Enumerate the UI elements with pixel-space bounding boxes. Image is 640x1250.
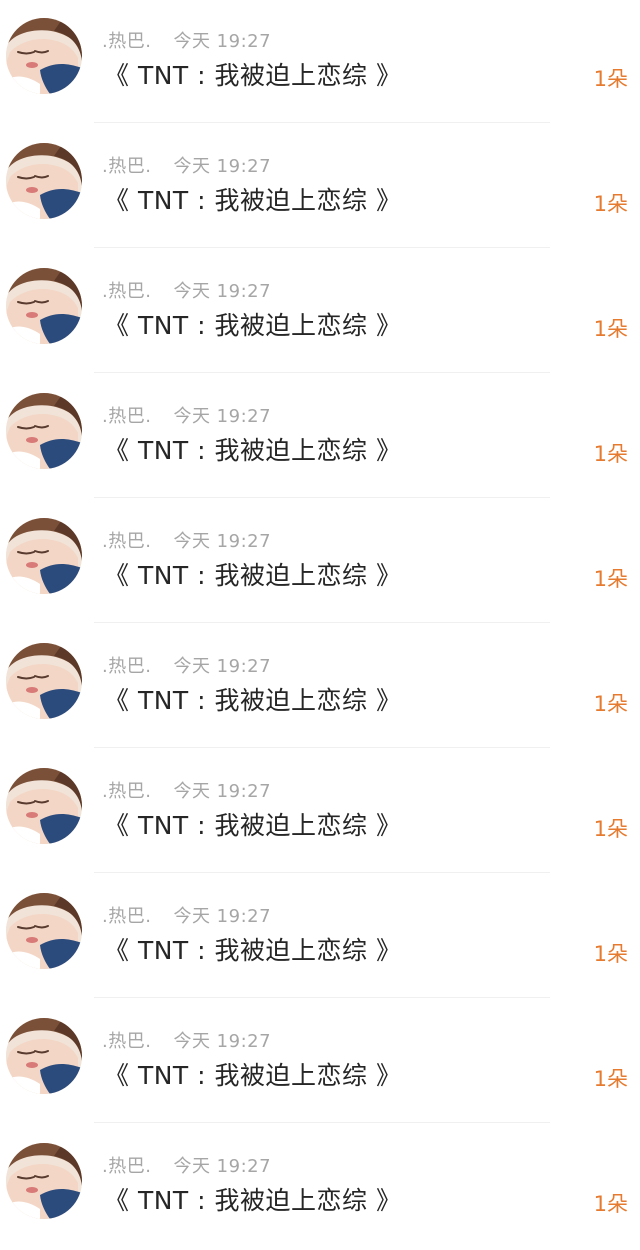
sender-name: .热巴. [102,31,152,52]
item-divider [94,622,550,623]
list-item[interactable]: .热巴. 今天 19:27 《 TNT : 我被迫上恋综 》 1朵 [0,500,640,625]
item-divider [94,747,550,748]
book-title[interactable]: 《 TNT : 我被迫上恋综 》 [104,56,401,92]
sender-name: .热巴. [102,781,152,802]
message-time: 今天 19:27 [173,656,272,677]
sender-name: .热巴. [102,1156,152,1177]
list-item[interactable]: .热巴. 今天 19:27 《 TNT : 我被迫上恋综 》 1朵 [0,1125,640,1250]
list-item[interactable]: .热巴. 今天 19:27 《 TNT : 我被迫上恋综 》 1朵 [0,375,640,500]
gift-count: 1朵 [593,692,628,716]
list-item[interactable]: .热巴. 今天 19:27 《 TNT : 我被迫上恋综 》 1朵 [0,1000,640,1125]
item-divider [94,122,550,123]
sender-name: .热巴. [102,906,152,927]
gift-count: 1朵 [593,317,628,341]
message-time: 今天 19:27 [173,1031,272,1052]
book-title[interactable]: 《 TNT : 我被迫上恋综 》 [104,431,401,467]
user-avatar-icon[interactable] [6,893,82,969]
sender-name: .热巴. [102,156,152,177]
gift-message-list: .热巴. 今天 19:27 《 TNT : 我被迫上恋综 》 1朵 .热巴. 今天 … [0,0,640,1234]
user-avatar-icon[interactable] [6,768,82,844]
gift-count: 1朵 [593,192,628,216]
message-time: 今天 19:27 [173,1156,272,1177]
message-time: 今天 19:27 [173,531,272,552]
item-divider [94,872,550,873]
sender-name: .热巴. [102,281,152,302]
gift-count: 1朵 [593,942,628,966]
book-title[interactable]: 《 TNT : 我被迫上恋综 》 [104,181,401,217]
message-time: 今天 19:27 [173,781,272,802]
list-item[interactable]: .热巴. 今天 19:27 《 TNT : 我被迫上恋综 》 1朵 [0,125,640,250]
book-title[interactable]: 《 TNT : 我被迫上恋综 》 [104,556,401,592]
message-meta: .热巴. 今天 19:27 [102,277,271,303]
user-avatar-icon[interactable] [6,1018,82,1094]
user-avatar-icon[interactable] [6,143,82,219]
item-divider [94,247,550,248]
sender-name: .热巴. [102,531,152,552]
message-meta: .热巴. 今天 19:27 [102,652,271,678]
list-item[interactable]: .热巴. 今天 19:27 《 TNT : 我被迫上恋综 》 1朵 [0,875,640,1000]
item-divider [94,497,550,498]
message-meta: .热巴. 今天 19:27 [102,152,271,178]
book-title[interactable]: 《 TNT : 我被迫上恋综 》 [104,681,401,717]
book-title[interactable]: 《 TNT : 我被迫上恋综 》 [104,931,401,967]
message-meta: .热巴. 今天 19:27 [102,527,271,553]
message-time: 今天 19:27 [173,906,272,927]
book-title[interactable]: 《 TNT : 我被迫上恋综 》 [104,1181,401,1217]
book-title[interactable]: 《 TNT : 我被迫上恋综 》 [104,1056,401,1092]
item-divider [94,1122,550,1123]
message-meta: .热巴. 今天 19:27 [102,1027,271,1053]
item-divider [94,997,550,998]
user-avatar-icon[interactable] [6,643,82,719]
message-meta: .热巴. 今天 19:27 [102,402,271,428]
message-meta: .热巴. 今天 19:27 [102,1152,271,1178]
list-item[interactable]: .热巴. 今天 19:27 《 TNT : 我被迫上恋综 》 1朵 [0,250,640,375]
message-meta: .热巴. 今天 19:27 [102,27,271,53]
message-meta: .热巴. 今天 19:27 [102,777,271,803]
list-item[interactable]: .热巴. 今天 19:27 《 TNT : 我被迫上恋综 》 1朵 [0,750,640,875]
user-avatar-icon[interactable] [6,268,82,344]
user-avatar-icon[interactable] [6,393,82,469]
gift-count: 1朵 [593,567,628,591]
message-time: 今天 19:27 [173,406,272,427]
user-avatar-icon[interactable] [6,518,82,594]
message-time: 今天 19:27 [173,281,272,302]
item-divider [94,372,550,373]
message-time: 今天 19:27 [173,156,272,177]
sender-name: .热巴. [102,406,152,427]
gift-count: 1朵 [593,817,628,841]
gift-count: 1朵 [593,67,628,91]
message-meta: .热巴. 今天 19:27 [102,902,271,928]
list-item[interactable]: .热巴. 今天 19:27 《 TNT : 我被迫上恋综 》 1朵 [0,0,640,125]
gift-count: 1朵 [593,442,628,466]
message-time: 今天 19:27 [173,31,272,52]
user-avatar-icon[interactable] [6,18,82,94]
sender-name: .热巴. [102,656,152,677]
user-avatar-icon[interactable] [6,1143,82,1219]
book-title[interactable]: 《 TNT : 我被迫上恋综 》 [104,806,401,842]
sender-name: .热巴. [102,1031,152,1052]
list-item[interactable]: .热巴. 今天 19:27 《 TNT : 我被迫上恋综 》 1朵 [0,625,640,750]
gift-count: 1朵 [593,1192,628,1216]
gift-count: 1朵 [593,1067,628,1091]
book-title[interactable]: 《 TNT : 我被迫上恋综 》 [104,306,401,342]
